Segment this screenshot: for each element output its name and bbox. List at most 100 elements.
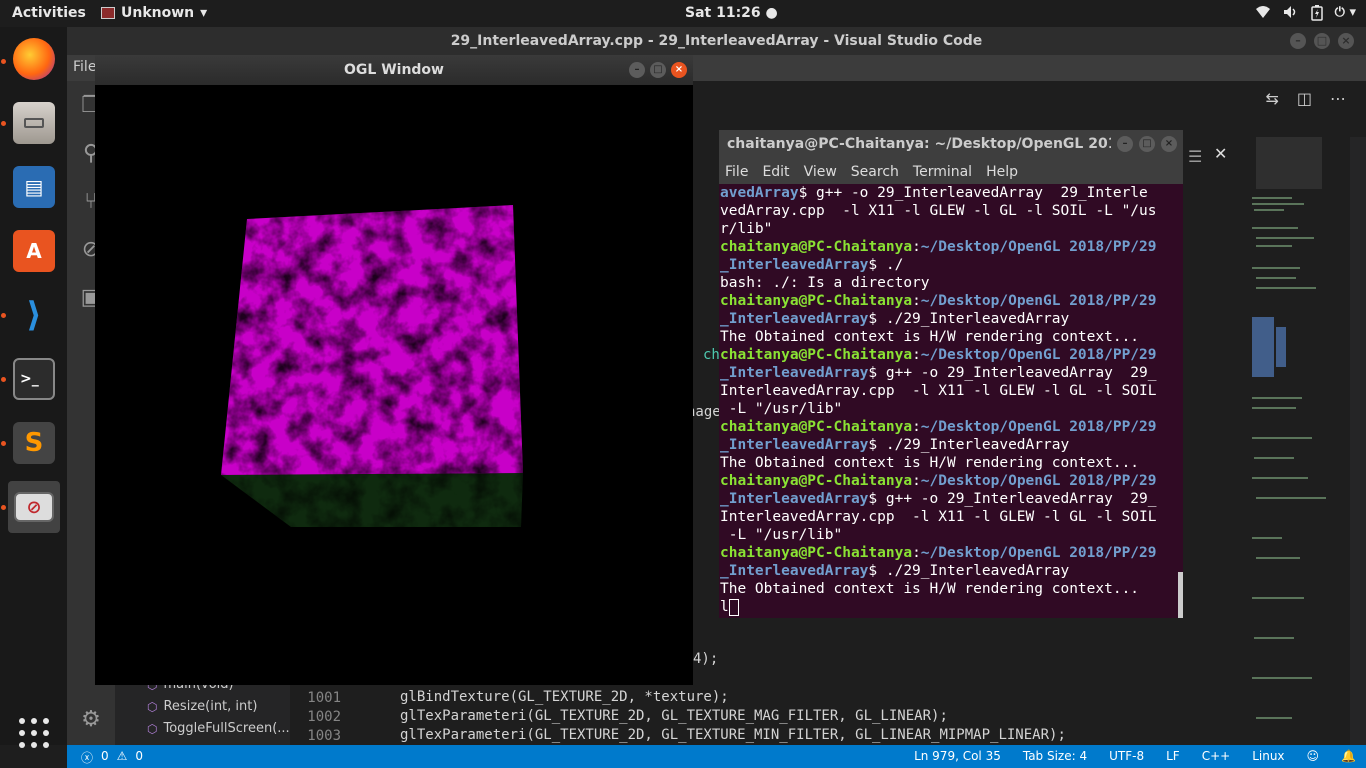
show-applications-button[interactable] [8, 709, 60, 761]
open-changes-icon[interactable]: ⇆ [1265, 89, 1278, 108]
dock-ogl-app[interactable]: ⊘ [8, 481, 60, 533]
code-line: glBindTexture(GL_TEXTURE_2D, *texture); [400, 689, 729, 705]
terminal-output[interactable]: avedArray$ g++ -o 29_InterleavedArray 29… [719, 184, 1183, 618]
terminal-text: $ g++ -o 29_InterleavedArray 29_ [868, 491, 1157, 507]
terminal-line: chaitanya@PC-Chaitanya:~/Desktop/OpenGL … [720, 292, 1183, 310]
end-of-line[interactable]: LF [1166, 749, 1180, 763]
method-icon: ⬡ [147, 721, 158, 736]
terminal-scrollbar[interactable] [1178, 572, 1183, 618]
close-button[interactable]: × [671, 62, 687, 78]
terminal-line: _InterleavedArray$ ./29_InterleavedArray [720, 436, 1183, 454]
terminal-line: vedArray.cpp -l X11 -l GLEW -l GL -l SOI… [720, 202, 1183, 220]
dock-terminal[interactable]: >_ [8, 353, 60, 405]
volume-icon [1283, 5, 1299, 25]
terminal-text: vedArray.cpp -l X11 -l GLEW -l GL -l SOI… [720, 203, 1157, 219]
dock-files[interactable] [8, 97, 60, 149]
opengl-viewport[interactable] [95, 85, 693, 685]
terminal-text: r/lib" [720, 221, 773, 237]
problems-indicator[interactable]: ⓧ 0 ⚠ 0 [81, 749, 143, 766]
prompt-user: chaitanya@PC-Chaitanya [720, 473, 913, 489]
terminal-text: : [912, 347, 921, 363]
menu-edit[interactable]: Edit [762, 158, 789, 184]
dock-software[interactable]: A [8, 225, 60, 277]
menu-help[interactable]: Help [986, 158, 1018, 184]
menu-file[interactable]: File [725, 158, 748, 184]
terminal-window[interactable]: chaitanya@PC-Chaitanya: ~/Desktop/OpenGL… [719, 130, 1183, 618]
prompt-path: _InterleavedArray [720, 563, 869, 579]
warning-icon: ⚠ [116, 749, 128, 763]
terminal-text: : [912, 545, 921, 561]
terminal-text: : [912, 239, 921, 255]
close-button[interactable]: × [1161, 136, 1177, 152]
minimap[interactable] [1248, 137, 1350, 745]
ogl-titlebar[interactable]: OGL Window – □ × [95, 55, 693, 85]
show-apps-icon [17, 716, 51, 754]
terminal-line: chaitanya@PC-Chaitanya:~/Desktop/OpenGL … [720, 544, 1183, 562]
minimize-button[interactable]: – [629, 62, 645, 78]
vscode-titlebar: 29_InterleavedArray.cpp - 29_Interleaved… [67, 27, 1366, 55]
terminal-title: chaitanya@PC-Chaitanya: ~/Desktop/OpenGL… [727, 136, 1156, 152]
dock-firefox[interactable] [8, 33, 60, 85]
terminal-text: : [912, 293, 921, 309]
prompt-path: _InterleavedArray [720, 437, 869, 453]
terminal-text: $ g++ -o 29_InterleavedArray 29_Interle [798, 185, 1148, 201]
menu-view[interactable]: View [804, 158, 837, 184]
sidebar-toggle-icon[interactable]: ☰ [1188, 147, 1202, 166]
menu-file[interactable]: File [73, 59, 96, 75]
menu-search[interactable]: Search [851, 158, 899, 184]
more-actions-icon[interactable]: ⋯ [1330, 89, 1346, 108]
prompt-path: _InterleavedArray [720, 257, 869, 273]
line-number: 1002 [307, 709, 341, 725]
prompt-path: _InterleavedArray [720, 491, 869, 507]
prompt-user: chaitanya@PC-Chaitanya [720, 239, 913, 255]
terminal-titlebar[interactable]: chaitanya@PC-Chaitanya: ~/Desktop/OpenGL… [719, 130, 1183, 158]
ogl-window[interactable]: OGL Window – □ × [95, 55, 693, 685]
minimize-button[interactable]: – [1117, 136, 1133, 152]
close-panel-icon[interactable]: ✕ [1214, 144, 1227, 163]
activities-button[interactable]: Activities [12, 5, 86, 21]
dock-writer[interactable]: ▤ [8, 161, 60, 213]
terminal-line: _InterleavedArray$ g++ -o 29_Interleaved… [720, 490, 1183, 508]
prompt-path: _InterleavedArray [720, 365, 869, 381]
maximize-button[interactable]: □ [1139, 136, 1155, 152]
wifi-icon [1255, 5, 1271, 25]
settings-gear-icon[interactable]: ⚙ [77, 707, 105, 735]
app-menu[interactable]: Unknown ▾ [101, 5, 207, 21]
maximize-button[interactable]: □ [650, 62, 666, 78]
close-button[interactable]: × [1338, 33, 1354, 49]
vscode-icon: ⟩ [26, 295, 42, 335]
prompt-path: ~/Desktop/OpenGL 2018/PP/29 [920, 239, 1157, 255]
tab-size[interactable]: Tab Size: 4 [1023, 749, 1087, 763]
clock[interactable]: Sat 11:26 ● [685, 5, 778, 21]
software-icon: A [13, 230, 55, 272]
minimize-button[interactable]: – [1290, 33, 1306, 49]
os-indicator[interactable]: Linux [1252, 749, 1284, 763]
feedback-icon[interactable]: ☺ [1307, 749, 1320, 763]
encoding[interactable]: UTF-8 [1109, 749, 1144, 763]
terminal-line: _InterleavedArray$ g++ -o 29_Interleaved… [720, 364, 1183, 382]
maximize-button[interactable]: □ [1314, 33, 1330, 49]
language-mode[interactable]: C++ [1202, 749, 1231, 763]
prompt-user: chaitanya@PC-Chaitanya [720, 347, 913, 363]
line-number: 1001 [307, 690, 341, 706]
editor-scrollbar[interactable] [1350, 137, 1366, 745]
status-bar: ⓧ 0 ⚠ 0 Ln 979, Col 35 Tab Size: 4 UTF-8 L… [67, 745, 1366, 768]
terminal-text: $ ./29_InterleavedArray [868, 311, 1070, 327]
terminal-line: bash: ./: Is a directory [720, 274, 1183, 292]
cursor-position[interactable]: Ln 979, Col 35 [914, 749, 1001, 763]
system-tray[interactable]: ⏻ ▾ [1255, 5, 1356, 25]
outline-item[interactable]: ⬡ Resize(int, int) [147, 699, 257, 714]
menu-terminal[interactable]: Terminal [913, 158, 972, 184]
files-icon [13, 102, 55, 144]
battery-icon [1310, 5, 1323, 25]
warning-count: 0 [135, 749, 144, 763]
terminal-line: l [720, 598, 1183, 616]
split-editor-icon[interactable]: ◫ [1297, 89, 1312, 108]
dock-sublime[interactable]: S [8, 417, 60, 469]
notifications-bell-icon[interactable]: 🔔 [1341, 749, 1356, 763]
dock-vscode[interactable]: ⟩ [8, 289, 60, 341]
terminal-text: The Obtained context is H/W rendering co… [720, 581, 1140, 597]
outline-item[interactable]: ⬡ ToggleFullScreen(... [147, 721, 290, 736]
dock: ▤ A ⟩ >_ S ⊘ [0, 27, 67, 748]
terminal-text: The Obtained context is H/W rendering co… [720, 329, 1140, 345]
